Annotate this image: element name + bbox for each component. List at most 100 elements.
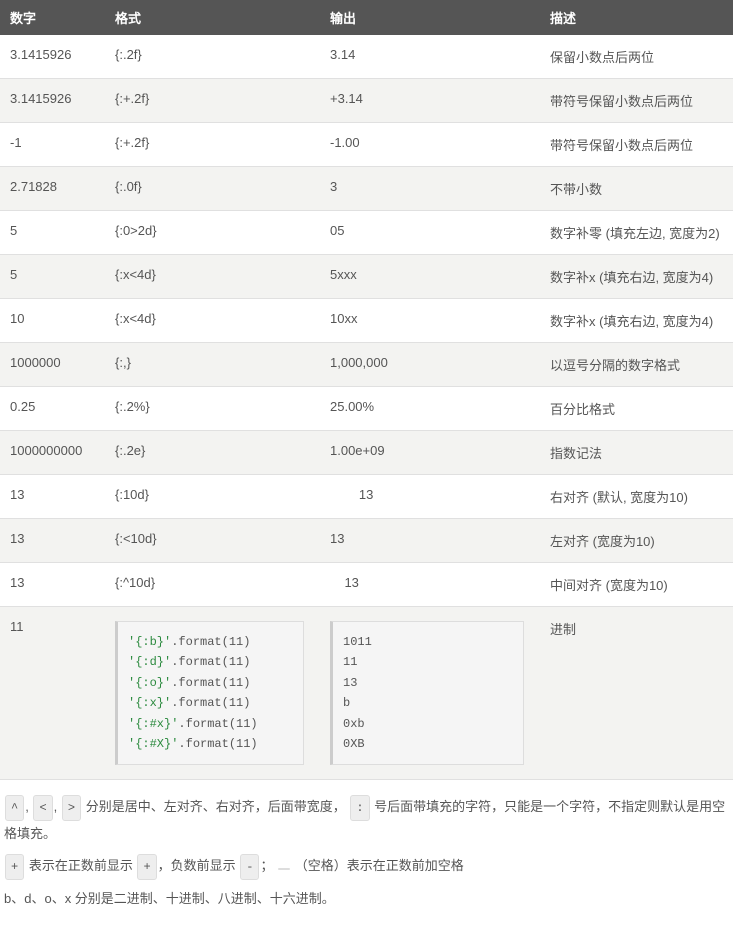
code-line: '{:#x}'.format(11) (128, 714, 293, 734)
cell-number: 1000000000 (0, 431, 105, 475)
cell-number: 11 (0, 607, 105, 780)
note-text: 表示在正数前显示 (25, 858, 136, 873)
table-header-row: 数字 格式 输出 描述 (0, 0, 733, 35)
code-line: '{:#X}'.format(11) (128, 734, 293, 754)
key-caret: ^ (5, 795, 24, 821)
code-rest: .format(11) (171, 696, 250, 710)
cell-format: {:x<4d} (105, 299, 320, 343)
footer-notes: ^, <, > 分别是居中、左对齐、右对齐，后面带宽度， : 号后面带填充的字符… (0, 780, 733, 926)
key-gt: > (62, 795, 81, 821)
key-plus: + (137, 854, 156, 880)
cell-number: 0.25 (0, 387, 105, 431)
table-row: 13{:<10d}13左对齐 (宽度为10) (0, 519, 733, 563)
code-str: '{:o}' (128, 676, 171, 690)
table-row: 3.1415926{:.2f}3.14保留小数点后两位 (0, 35, 733, 79)
cell-output: 1.00e+09 (320, 431, 540, 475)
cell-number: 2.71828 (0, 167, 105, 211)
cell-desc: 以逗号分隔的数字格式 (540, 343, 733, 387)
cell-output: 1,000,000 (320, 343, 540, 387)
cell-number: 10 (0, 299, 105, 343)
table-row: 0.25{:.2%}25.00%百分比格式 (0, 387, 733, 431)
code-rest: .format(11) (171, 676, 250, 690)
cell-output-code: 10111113b0xb0XB (320, 607, 540, 780)
cell-format: {:,} (105, 343, 320, 387)
table-row: -1{:+.2f}-1.00带符号保留小数点后两位 (0, 123, 733, 167)
table-row: 2.71828{:.0f}3不带小数 (0, 167, 733, 211)
cell-number: 3.1415926 (0, 79, 105, 123)
table-row: 1000000000{:.2e}1.00e+09指数记法 (0, 431, 733, 475)
cell-desc: 数字补x (填充右边, 宽度为4) (540, 299, 733, 343)
cell-number: 1000000 (0, 343, 105, 387)
table-row: 13{:^10d} 13中间对齐 (宽度为10) (0, 563, 733, 607)
table-row: 5{:x<4d}5xxx数字补x (填充右边, 宽度为4) (0, 255, 733, 299)
cell-number: -1 (0, 123, 105, 167)
code-line: 13 (343, 673, 513, 693)
code-rest: .format(11) (178, 737, 257, 751)
code-str: '{:#x}' (128, 717, 178, 731)
note-line-1: ^, <, > 分别是居中、左对齐、右对齐，后面带宽度， : 号后面带填充的字符… (4, 794, 729, 847)
code-line: 11 (343, 652, 513, 672)
cell-desc: 中间对齐 (宽度为10) (540, 563, 733, 607)
note-text: ，负数前显示 (158, 858, 240, 873)
table-row: 10{:x<4d}10xx数字补x (填充右边, 宽度为4) (0, 299, 733, 343)
code-line: b (343, 693, 513, 713)
cell-output: 3.14 (320, 35, 540, 79)
cell-output: 05 (320, 211, 540, 255)
cell-number: 5 (0, 255, 105, 299)
note-line-3: b、d、o、x 分别是二进制、十进制、八进制、十六进制。 (4, 886, 729, 912)
cell-number: 5 (0, 211, 105, 255)
cell-format: {:x<4d} (105, 255, 320, 299)
code-block: 10111113b0xb0XB (330, 621, 524, 765)
format-table: 数字 格式 输出 描述 3.1415926{:.2f}3.14保留小数点后两位3… (0, 0, 733, 780)
key-lt: < (33, 795, 52, 821)
cell-format-code: '{:b}'.format(11)'{:d}'.format(11)'{:o}'… (105, 607, 320, 780)
code-line: 0xb (343, 714, 513, 734)
cell-desc: 左对齐 (宽度为10) (540, 519, 733, 563)
code-rest: .format(11) (178, 717, 257, 731)
note-text: （空格）表示在正数前加空格 (291, 858, 464, 873)
code-line: 1011 (343, 632, 513, 652)
code-rest: .format(11) (171, 635, 250, 649)
code-line: '{:x}'.format(11) (128, 693, 293, 713)
code-line: '{:o}'.format(11) (128, 673, 293, 693)
cell-desc: 数字补x (填充右边, 宽度为4) (540, 255, 733, 299)
cell-desc: 不带小数 (540, 167, 733, 211)
cell-desc: 数字补零 (填充左边, 宽度为2) (540, 211, 733, 255)
table-row: 13{:10d} 13右对齐 (默认, 宽度为10) (0, 475, 733, 519)
cell-desc: 带符号保留小数点后两位 (540, 123, 733, 167)
cell-format: {:0>2d} (105, 211, 320, 255)
cell-output: 5xxx (320, 255, 540, 299)
key-colon: : (350, 795, 369, 821)
cell-output: 13 (320, 475, 540, 519)
cell-number: 13 (0, 519, 105, 563)
key-plus: + (5, 854, 24, 880)
cell-desc: 右对齐 (默认, 宽度为10) (540, 475, 733, 519)
key-minus: - (240, 854, 259, 880)
cell-format: {:.2e} (105, 431, 320, 475)
cell-desc: 指数记法 (540, 431, 733, 475)
cell-number: 3.1415926 (0, 35, 105, 79)
cell-number: 13 (0, 563, 105, 607)
code-block: '{:b}'.format(11)'{:d}'.format(11)'{:o}'… (115, 621, 304, 765)
cell-output: 25.00% (320, 387, 540, 431)
cell-output: -1.00 (320, 123, 540, 167)
cell-format: {:.2%} (105, 387, 320, 431)
code-line: '{:d}'.format(11) (128, 652, 293, 672)
cell-format: {:+.2f} (105, 79, 320, 123)
table-row: 11'{:b}'.format(11)'{:d}'.format(11)'{:o… (0, 607, 733, 780)
table-row: 3.1415926{:+.2f}+3.14带符号保留小数点后两位 (0, 79, 733, 123)
header-number: 数字 (0, 0, 105, 35)
cell-output: 3 (320, 167, 540, 211)
cell-output: 10xx (320, 299, 540, 343)
cell-desc: 带符号保留小数点后两位 (540, 79, 733, 123)
code-str: '{:d}' (128, 655, 171, 669)
cell-output: 13 (320, 563, 540, 607)
table-row: 5{:0>2d}05数字补零 (填充左边, 宽度为2) (0, 211, 733, 255)
key-space (278, 868, 290, 870)
cell-desc: 百分比格式 (540, 387, 733, 431)
cell-format: {:^10d} (105, 563, 320, 607)
table-row: 1000000{:,}1,000,000以逗号分隔的数字格式 (0, 343, 733, 387)
header-format: 格式 (105, 0, 320, 35)
header-output: 输出 (320, 0, 540, 35)
code-str: '{:#X}' (128, 737, 178, 751)
